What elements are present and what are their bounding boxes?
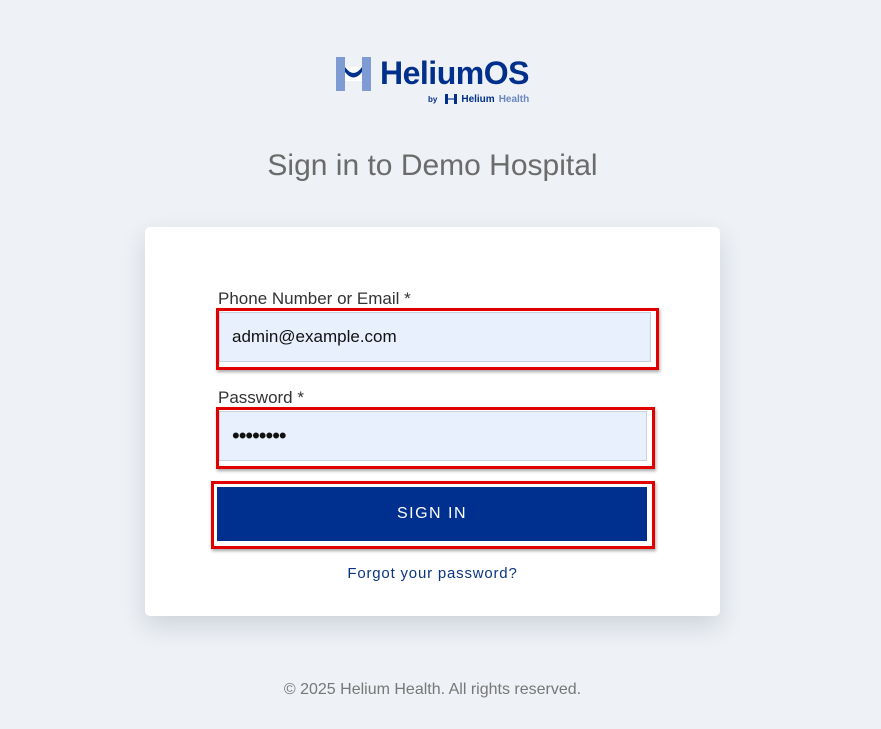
page-title: Sign in to Demo Hospital (267, 149, 598, 182)
password-label: Password * (218, 388, 304, 407)
login-page: HeliumOS by Helium Health Sign in to Dem… (0, 0, 881, 729)
email-field[interactable] (219, 312, 651, 362)
email-label: Phone Number or Email * (218, 289, 411, 308)
sign-in-button[interactable]: SIGN IN (217, 487, 647, 541)
password-field[interactable] (219, 411, 647, 461)
forgot-password-link[interactable]: Forgot your password? (145, 564, 720, 584)
brand-by-text: by (428, 94, 438, 104)
helium-os-logo: HeliumOS by Helium Health (336, 55, 536, 108)
brand-name: HeliumOS (380, 55, 529, 91)
parent-brand-name-part2: Health (498, 93, 530, 105)
parent-brand-name-part1: Helium (461, 93, 495, 105)
helium-health-small-logo-icon (445, 94, 458, 104)
helium-h-logo-icon (336, 57, 371, 91)
login-card: Phone Number or Email * Password * SIGN … (145, 227, 720, 616)
brand-byline: by Helium Health (428, 92, 529, 106)
copyright-footer: © 2025 Helium Health. All rights reserve… (283, 681, 582, 698)
